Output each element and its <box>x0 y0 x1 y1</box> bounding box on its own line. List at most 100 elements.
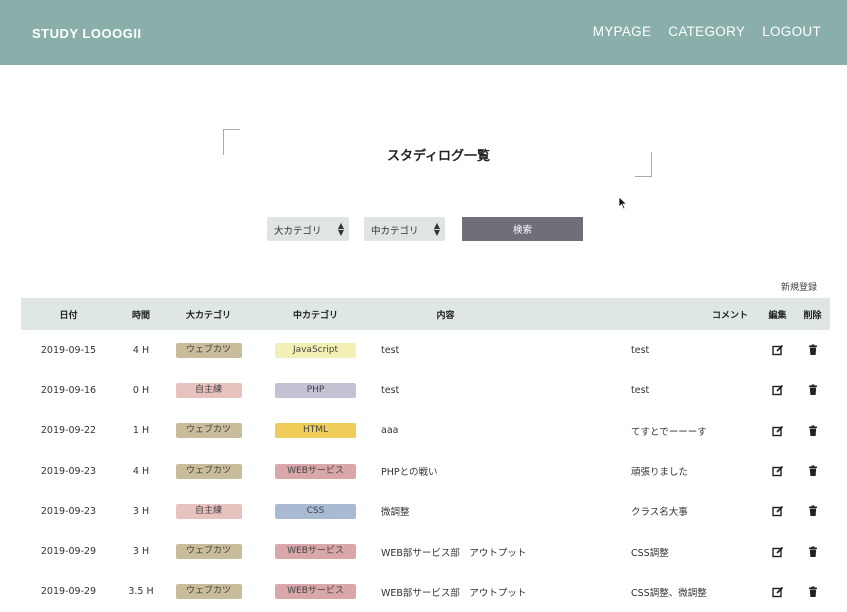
row-large-category-cell: ウェブカツ <box>166 572 251 612</box>
header-mid-category: 中カテゴリ <box>292 310 338 321</box>
row-edit-cell <box>760 370 795 410</box>
row-date: 2019-09-15 <box>40 344 97 356</box>
row-delete-cell <box>795 370 830 410</box>
row-comment: test <box>631 344 650 356</box>
large-category-badge: ウェブカツ <box>175 463 242 479</box>
row-content: test <box>381 344 400 356</box>
row-date: 2019-09-16 <box>40 384 97 396</box>
row-edit-cell <box>760 572 795 612</box>
study-log-table: 日付 時間 大カテゴリ 中カテゴリ 内容 コメント 編集 削除 2019-09-… <box>21 298 830 612</box>
brand-logo[interactable]: STUDY LOOOGII <box>32 26 142 41</box>
edit-icon[interactable] <box>771 586 784 598</box>
row-edit-cell <box>760 451 795 491</box>
header-delete: 削除 <box>803 310 822 321</box>
row-comment: test <box>631 384 650 396</box>
large-category-badge: 自主練 <box>175 503 242 519</box>
select-arrows-icon: ▲ ▼ <box>337 221 344 237</box>
row-date: 2019-09-22 <box>40 425 97 437</box>
row-large-category-cell: ウェブカツ <box>166 451 251 491</box>
row-time: 4 H <box>132 465 150 477</box>
row-date: 2019-09-29 <box>40 586 97 598</box>
row-comment: クラス名大事 <box>631 507 688 519</box>
row-time: 3.5 H <box>128 586 154 598</box>
row-mid-category-cell: PHP <box>251 370 380 410</box>
select-arrows-icon: ▲ ▼ <box>433 221 440 237</box>
large-category-badge: ウェブカツ <box>175 544 242 560</box>
edit-icon[interactable] <box>771 546 784 558</box>
trash-icon[interactable] <box>807 344 819 356</box>
nav-mypage[interactable]: MYPAGE <box>593 24 652 39</box>
header-edit: 編集 <box>768 310 787 321</box>
row-mid-category-cell: CSS <box>251 491 380 531</box>
header-comment: コメント <box>711 310 748 321</box>
trash-icon[interactable] <box>807 425 819 437</box>
row-comment: てすとでーーーす <box>631 426 707 438</box>
mid-category-select-value: 中カテゴリ <box>371 226 419 237</box>
row-date: 2019-09-23 <box>40 465 97 477</box>
mid-category-badge: HTML <box>275 423 356 439</box>
mid-category-badge: CSS <box>275 503 356 519</box>
row-delete-cell <box>795 572 830 612</box>
trash-icon[interactable] <box>807 586 819 598</box>
trash-icon[interactable] <box>807 384 819 396</box>
large-category-badge: ウェブカツ <box>175 584 242 600</box>
row-large-category-cell: ウェブカツ <box>166 411 251 451</box>
edit-icon[interactable] <box>771 465 784 477</box>
row-comment: CSS調整、微調整 <box>631 587 707 599</box>
nav-logout[interactable]: LOGOUT <box>762 24 821 39</box>
row-mid-category-cell: WEBサービス <box>251 451 380 491</box>
row-time: 3 H <box>132 505 150 517</box>
table-row: 2019-09-16 0 H 自主練 PHP test test <box>21 370 830 410</box>
mid-category-select[interactable]: 中カテゴリ ▲ ▼ <box>364 217 445 241</box>
row-content: WEB部サービス部 アウトプット <box>381 547 527 559</box>
header-date: 日付 <box>59 310 78 321</box>
large-category-badge: ウェブカツ <box>175 423 242 439</box>
row-delete-cell <box>795 491 830 531</box>
row-delete-cell <box>795 330 830 370</box>
table-row: 2019-09-29 3 H ウェブカツ WEBサービス WEB部サービス部 アウトプッ… <box>21 531 830 571</box>
top-nav: MYPAGE CATEGORY LOGOUT <box>593 24 821 39</box>
row-content: test <box>381 384 400 396</box>
large-category-select-value: 大カテゴリ <box>274 226 322 237</box>
row-time: 3 H <box>132 546 150 558</box>
row-mid-category-cell: JavaScript <box>251 330 380 370</box>
row-large-category-cell: ウェブカツ <box>166 330 251 370</box>
table-row: 2019-09-29 3.5 H ウェブカツ WEBサービス WEB部サービス部 アウト… <box>21 572 830 612</box>
mid-category-badge: WEBサービス <box>275 584 356 600</box>
row-date: 2019-09-23 <box>40 505 97 517</box>
row-time: 1 H <box>132 425 150 437</box>
row-mid-category-cell: HTML <box>251 411 380 451</box>
row-content: aaa <box>381 425 399 437</box>
search-button[interactable]: 検索 <box>462 217 583 241</box>
trash-icon[interactable] <box>807 465 819 477</box>
row-delete-cell <box>795 531 830 571</box>
row-edit-cell <box>760 531 795 571</box>
edit-icon[interactable] <box>771 425 784 437</box>
page-title: スタディログ一覧 <box>386 149 491 164</box>
trash-icon[interactable] <box>807 546 819 558</box>
large-category-badge: ウェブカツ <box>175 342 242 358</box>
mid-category-badge: WEBサービス <box>275 463 356 479</box>
row-delete-cell <box>795 411 830 451</box>
row-delete-cell <box>795 451 830 491</box>
edit-icon[interactable] <box>771 505 784 517</box>
row-date: 2019-09-29 <box>40 546 97 558</box>
large-category-select[interactable]: 大カテゴリ ▲ ▼ <box>267 217 349 241</box>
large-category-badge: 自主練 <box>175 382 242 398</box>
row-mid-category-cell: WEBサービス <box>251 531 380 571</box>
row-large-category-cell: 自主練 <box>166 491 251 531</box>
row-mid-category-cell: WEBサービス <box>251 572 380 612</box>
table-row: 2019-09-22 1 H ウェブカツ HTML aaa てすとでーーーす <box>21 411 830 451</box>
header-time: 時間 <box>131 310 150 321</box>
table-row: 2019-09-15 4 H ウェブカツ JavaScript test test <box>21 330 830 370</box>
edit-icon[interactable] <box>771 344 784 356</box>
row-comment: 頑張りました <box>631 467 689 479</box>
row-edit-cell <box>760 330 795 370</box>
header-large-category: 大カテゴリ <box>185 310 231 321</box>
trash-icon[interactable] <box>807 505 819 517</box>
row-content: 微調整 <box>381 507 410 519</box>
mid-category-badge: WEBサービス <box>275 544 356 560</box>
new-entry-link[interactable]: 新規登録 <box>781 280 817 293</box>
nav-category[interactable]: CATEGORY <box>668 24 745 39</box>
edit-icon[interactable] <box>771 384 784 396</box>
